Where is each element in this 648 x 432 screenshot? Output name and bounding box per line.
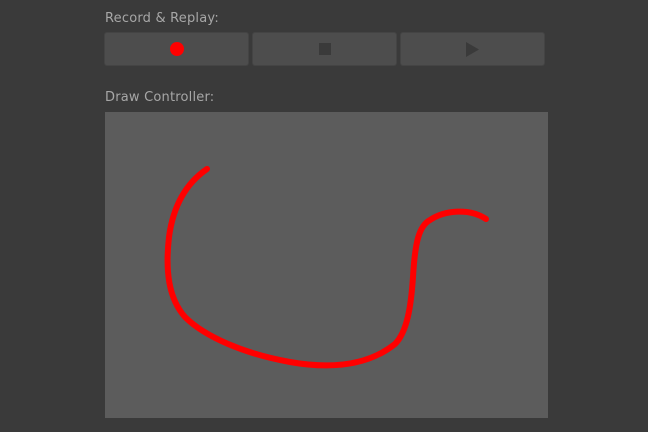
- drawn-stroke: [164, 166, 489, 369]
- play-triangle-icon: [466, 41, 479, 57]
- drawn-stroke-layer: [164, 166, 489, 369]
- stop-square-icon: [318, 43, 331, 55]
- draw-controller-canvas[interactable]: [105, 112, 548, 418]
- draw-controller-heading: Draw Controller:: [105, 90, 215, 105]
- record-replay-panel: Record & Replay: Draw Controller:: [0, 0, 648, 432]
- record-dot-icon: [169, 41, 185, 57]
- record-button[interactable]: [104, 32, 249, 66]
- play-button[interactable]: [400, 32, 545, 66]
- record-replay-heading: Record & Replay:: [105, 11, 219, 26]
- record-replay-toolbar: [104, 32, 545, 66]
- stop-button[interactable]: [252, 32, 397, 66]
